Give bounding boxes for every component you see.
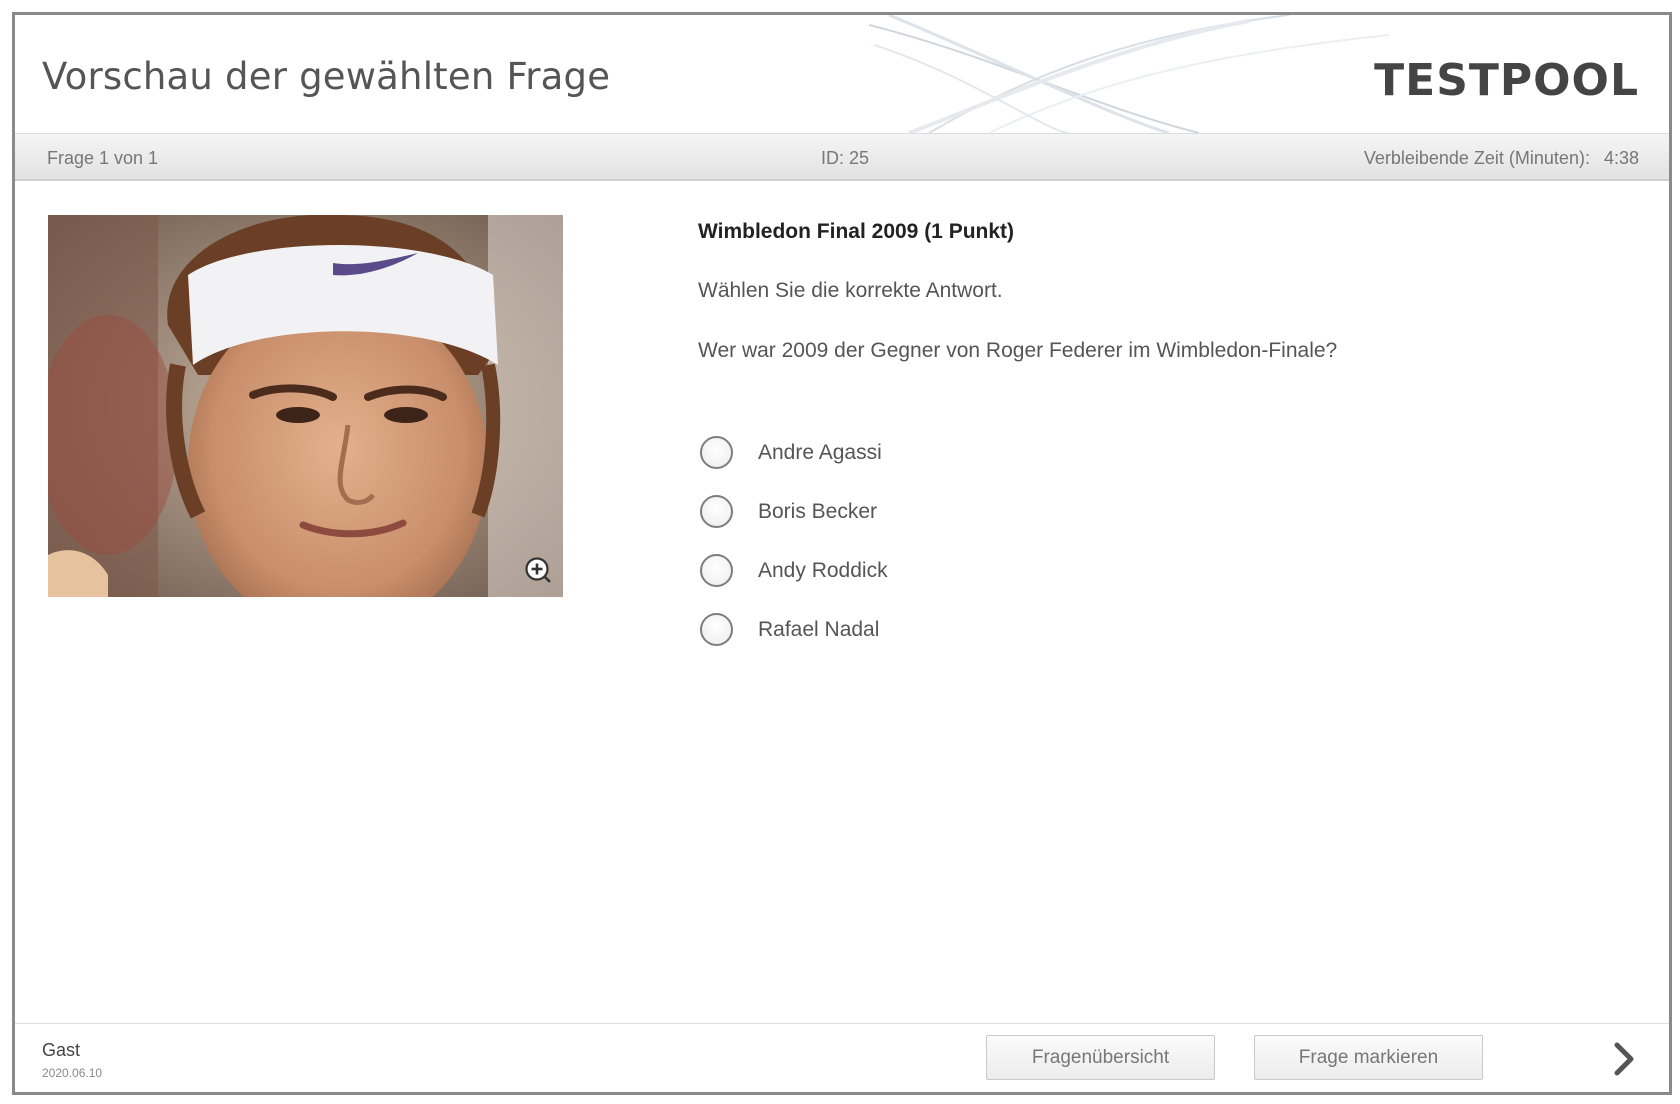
remaining-time-value: 4:38 <box>1603 148 1639 168</box>
answer-label[interactable]: Andre Agassi <box>758 441 882 465</box>
answer-label[interactable]: Boris Becker <box>758 500 877 524</box>
question-id: ID: 25 <box>821 148 870 168</box>
page-title: Vorschau der gewählten Frage <box>42 55 611 98</box>
answer-option[interactable]: Andy Roddick <box>700 541 888 600</box>
answer-option[interactable]: Andre Agassi <box>700 423 888 482</box>
player-photo <box>48 215 563 597</box>
chevron-right-icon[interactable] <box>1609 1040 1639 1078</box>
zoom-in-icon[interactable] <box>525 557 551 583</box>
question-overview-button[interactable]: Fragenübersicht <box>986 1035 1215 1080</box>
date-label: 2020.06.10 <box>42 1066 103 1080</box>
remaining-time: Verbleibende Zeit (Minuten): 4:38 <box>1364 148 1639 169</box>
user-name: Gast <box>42 1040 81 1060</box>
question-image[interactable] <box>48 215 563 597</box>
radio-unchecked-icon[interactable] <box>700 436 733 469</box>
mark-question-button[interactable]: Frage markieren <box>1254 1035 1483 1080</box>
info-bar: Frage 1 von 1 ID: 25 Verbleibende Zeit (… <box>15 133 1669 181</box>
remaining-time-label: Verbleibende Zeit (Minuten): <box>1363 148 1590 168</box>
question-instruction: Wählen Sie die korrekte Antwort. <box>698 279 1003 302</box>
question-title: Wimbledon Final 2009 (1 Punkt) <box>698 220 1015 243</box>
answer-label[interactable]: Andy Roddick <box>758 559 888 583</box>
question-counter: Frage 1 von 1 <box>47 148 159 168</box>
radio-unchecked-icon[interactable] <box>700 495 733 528</box>
radio-unchecked-icon[interactable] <box>700 554 733 587</box>
brand-logo: TESTPOOL <box>1374 55 1639 106</box>
radio-unchecked-icon[interactable] <box>700 613 733 646</box>
footer: Gast 2020.06.10 Fragenübersicht Frage ma… <box>15 1023 1669 1092</box>
header: Vorschau der gewählten Frage TESTPOOL <box>15 15 1669 133</box>
answer-label[interactable]: Rafael Nadal <box>758 618 879 642</box>
answer-list: Andre Agassi Boris Becker Andy Roddick R… <box>700 423 888 659</box>
question-text: Wer war 2009 der Gegner von Roger Federe… <box>698 339 1338 362</box>
app-window: Vorschau der gewählten Frage TESTPOOL Fr… <box>12 12 1672 1095</box>
answer-option[interactable]: Boris Becker <box>700 482 888 541</box>
question-panel: Wimbledon Final 2009 (1 Punkt) Wählen Si… <box>698 220 1638 363</box>
answer-option[interactable]: Rafael Nadal <box>700 600 888 659</box>
